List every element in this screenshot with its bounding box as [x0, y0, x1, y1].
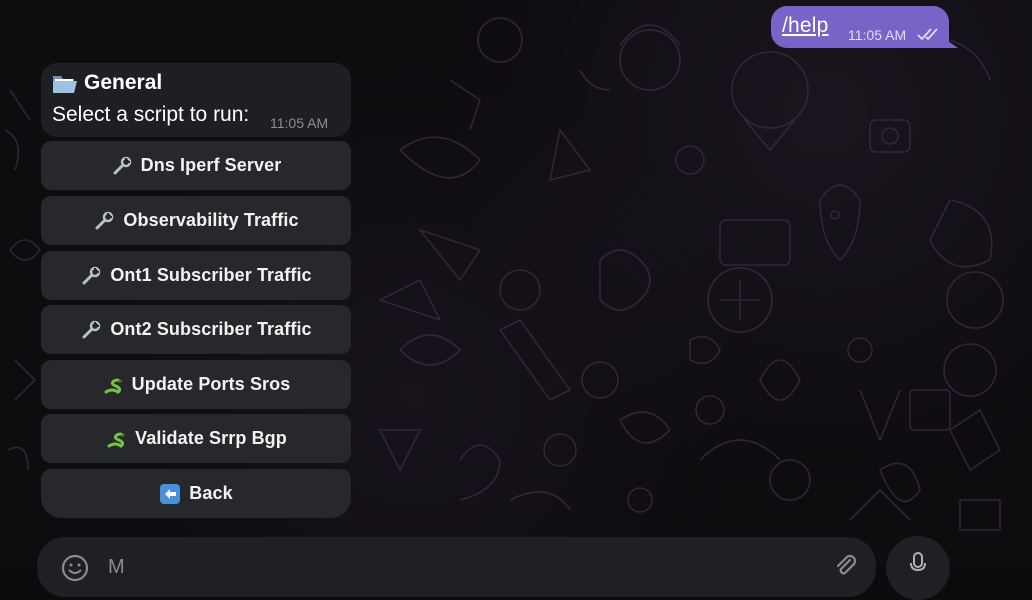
- wrench-icon: [111, 155, 133, 177]
- snake-icon: [102, 374, 124, 396]
- keyboard-button-label: Validate Srrp Bgp: [135, 428, 287, 448]
- keyboard-button-label: Ont2 Subscriber Traffic: [110, 319, 312, 339]
- keyboard-button-label: Back: [189, 483, 233, 503]
- keyboard-button-label: Dns Iperf Server: [140, 155, 282, 175]
- message-title: General: [52, 71, 162, 95]
- keyboard-button-ont1-subscriber-traffic[interactable]: Ont1 Subscriber Traffic: [41, 251, 351, 300]
- wrench-icon: [80, 265, 102, 287]
- wrench-icon: [93, 210, 115, 232]
- keyboard-button-back[interactable]: Back: [41, 469, 351, 518]
- keyboard-button-validate-srrp-bgp[interactable]: Validate Srrp Bgp: [41, 414, 351, 463]
- keyboard-button-ont2-subscriber-traffic[interactable]: Ont2 Subscriber Traffic: [41, 305, 351, 354]
- message-input-bar[interactable]: [37, 537, 876, 597]
- open-folder-icon: [53, 75, 77, 93]
- microphone-icon: [910, 552, 926, 572]
- outgoing-message-text[interactable]: /help: [782, 14, 829, 38]
- keyboard-button-update-ports-sros[interactable]: Update Ports Sros: [41, 360, 351, 409]
- emoji-icon[interactable]: [60, 553, 90, 583]
- outgoing-message-time: 11:05 AM: [848, 27, 907, 43]
- keyboard-button-label: Update Ports Sros: [131, 374, 291, 394]
- wrench-icon: [80, 319, 102, 341]
- keyboard-button-dns-iperf-server[interactable]: Dns Iperf Server: [41, 141, 351, 190]
- snake-icon: [105, 428, 127, 450]
- incoming-message-time: 11:05 AM: [270, 115, 329, 131]
- paperclip-icon[interactable]: [830, 552, 858, 580]
- keyboard-button-observability-traffic[interactable]: Observability Traffic: [41, 196, 351, 245]
- back-arrow-icon: [159, 483, 181, 505]
- message-title-text: General: [84, 71, 163, 94]
- message-input[interactable]: M: [108, 556, 125, 579]
- message-body-text: Select a script to run:: [52, 103, 250, 126]
- keyboard-button-label: Ont1 Subscriber Traffic: [110, 265, 312, 285]
- double-check-icon: [917, 28, 938, 41]
- keyboard-button-label: Observability Traffic: [123, 210, 299, 230]
